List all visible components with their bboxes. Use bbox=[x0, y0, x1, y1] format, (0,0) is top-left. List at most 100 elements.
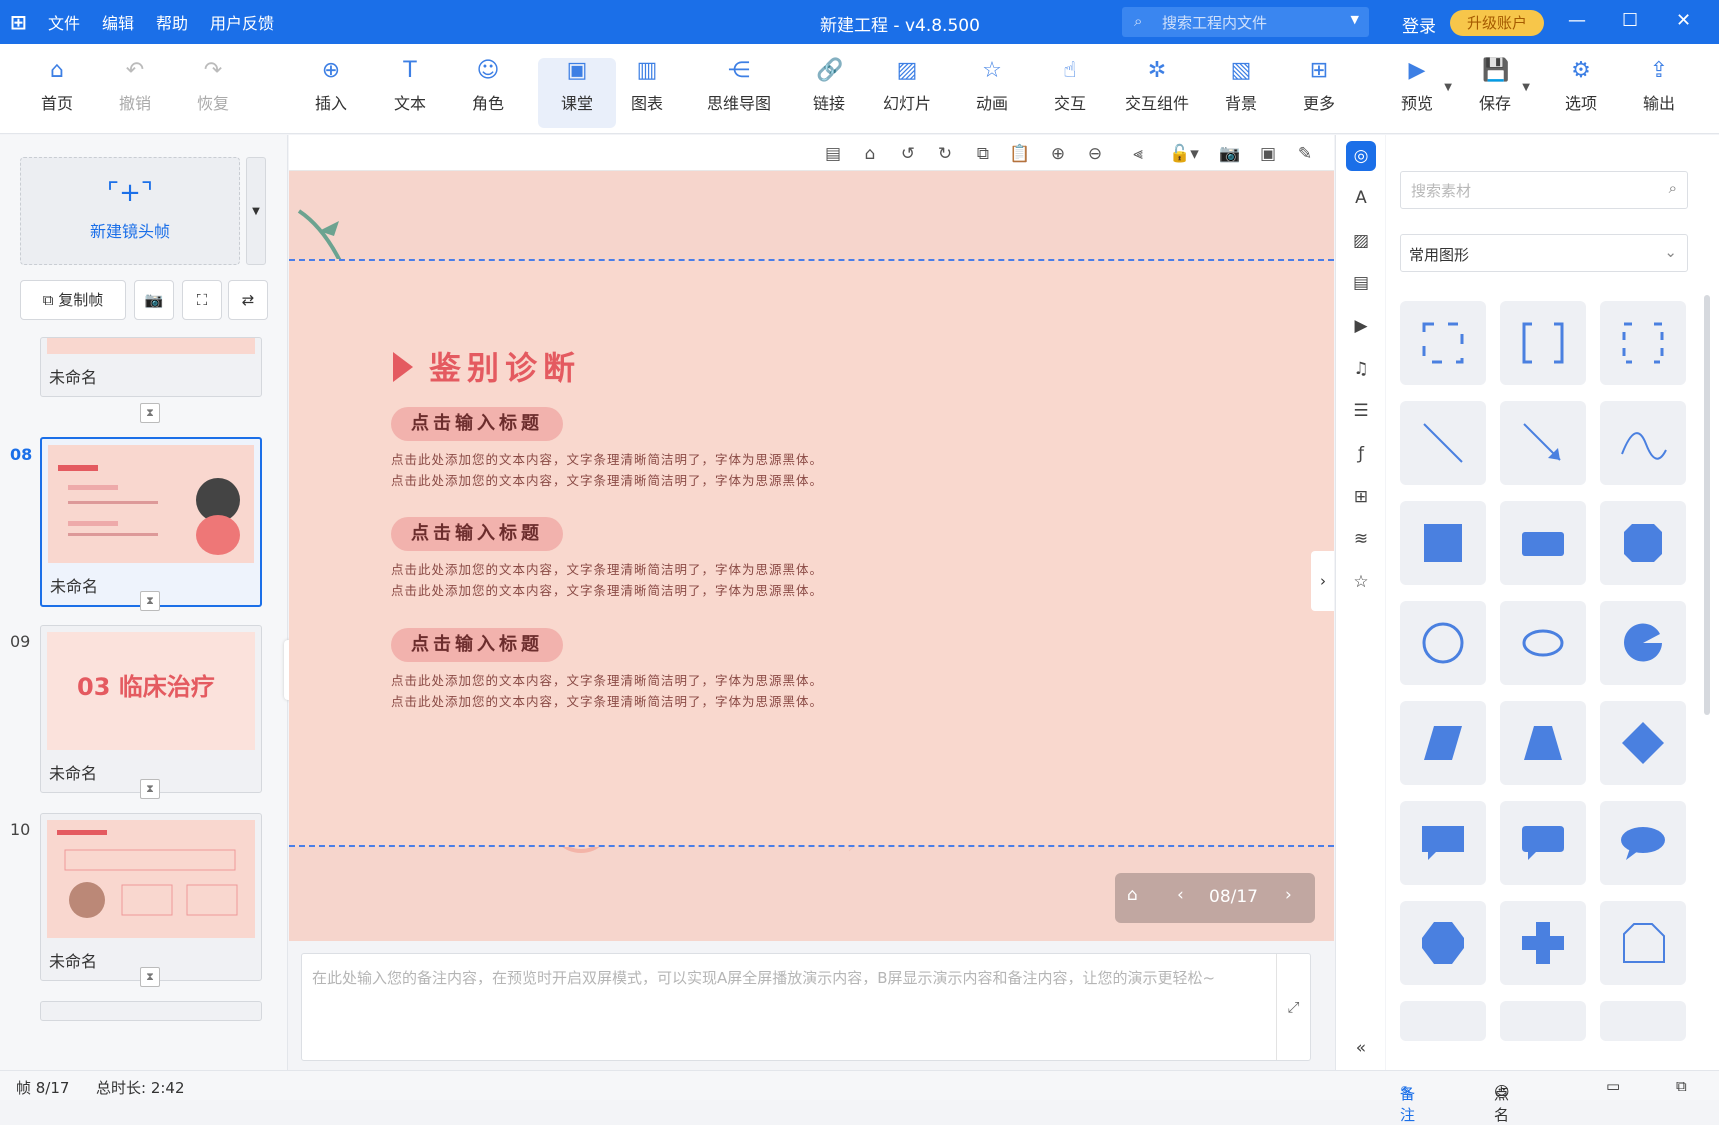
notes-input[interactable]: 在此处输入您的备注内容，在预览时开启双屏模式，可以实现A屏全屏播放演示内容，B屏… bbox=[301, 953, 1311, 1061]
slideshow-button[interactable]: ▨ 幻灯片 bbox=[868, 58, 946, 128]
copy-icon[interactable]: ⧉ bbox=[972, 143, 994, 165]
slide-item[interactable]: 未命名 bbox=[40, 337, 262, 397]
export-button[interactable]: ⇪ 输出 bbox=[1620, 58, 1698, 128]
layers-icon[interactable]: ≋ bbox=[1346, 524, 1376, 554]
interact-widget-button[interactable]: ✲ 交互组件 bbox=[1116, 58, 1198, 128]
scrollbar[interactable] bbox=[1704, 295, 1710, 715]
shape-dashed-rect[interactable] bbox=[1400, 301, 1486, 385]
menu-help[interactable]: 帮助 bbox=[156, 10, 188, 34]
collapse-panel-icon[interactable]: « bbox=[1346, 1033, 1376, 1063]
copy-frame-button[interactable]: ⧉ 复制帧 bbox=[20, 280, 126, 320]
shape-square[interactable] bbox=[1400, 501, 1486, 585]
options-button[interactable]: ⚙ 选项 bbox=[1542, 58, 1620, 128]
rotate-left-icon[interactable]: ↺ bbox=[897, 143, 919, 165]
classroom-button[interactable]: ▣ 课堂 bbox=[538, 58, 616, 128]
screenshot-icon[interactable]: ▣ bbox=[1257, 143, 1279, 165]
shape-trapezoid[interactable] bbox=[1500, 701, 1586, 785]
shape-ellipse[interactable] bbox=[1500, 601, 1586, 685]
redo-button[interactable]: ↷ 恢复 bbox=[174, 58, 252, 128]
shape-rounded-rect[interactable] bbox=[1500, 501, 1586, 585]
prev-page-icon[interactable]: ‹ bbox=[1177, 885, 1184, 905]
video-icon[interactable]: ▶ bbox=[1346, 311, 1376, 341]
rotate-right-icon[interactable]: ↻ bbox=[934, 143, 956, 165]
edit-icon[interactable]: ✎ bbox=[1294, 143, 1316, 165]
transition-icon[interactable]: ⧗ bbox=[140, 967, 160, 987]
image-icon[interactable]: ▨ bbox=[1346, 226, 1376, 256]
expand-icon[interactable]: ⤢ bbox=[1276, 954, 1310, 1060]
shape-dashed-brackets[interactable] bbox=[1600, 301, 1686, 385]
section-body-1[interactable]: 点击此处添加您的文本内容，文字条理清晰简洁明了，字体为思源黑体。 点击此处添加您的… bbox=[391, 449, 823, 491]
shape-parallelogram[interactable] bbox=[1400, 701, 1486, 785]
shape-callout-rounded[interactable] bbox=[1500, 801, 1586, 885]
shape-snip-corner[interactable] bbox=[1600, 901, 1686, 985]
align-icon[interactable]: ⫷ bbox=[1127, 143, 1149, 165]
music-icon[interactable]: ♫ bbox=[1346, 354, 1376, 384]
home-icon[interactable]: ⌂ bbox=[859, 143, 881, 165]
components-icon[interactable]: ⊞ bbox=[1346, 482, 1376, 512]
slide-canvas[interactable]: 鉴别诊断 点击输入标题 点击此处添加您的文本内容，文字条理清晰简洁明了，字体为思… bbox=[289, 171, 1334, 941]
new-frame-dropdown[interactable]: ▼ bbox=[246, 157, 266, 265]
shapes-icon[interactable]: ◎ bbox=[1346, 141, 1376, 171]
shape-cross[interactable] bbox=[1500, 901, 1586, 985]
camera-button[interactable]: 📷 bbox=[134, 280, 174, 320]
asset-search-input[interactable]: 搜索素材 ⌕ bbox=[1400, 171, 1688, 209]
login-button[interactable]: 登录 bbox=[1402, 12, 1436, 37]
transition-icon[interactable]: ⧗ bbox=[140, 779, 160, 799]
comment-icon[interactable]: ☰ bbox=[1346, 396, 1376, 426]
slide-item[interactable]: 03 临床治疗 未命名 bbox=[40, 625, 262, 793]
minimize-icon[interactable]: — bbox=[1568, 10, 1586, 31]
maximize-icon[interactable]: ☐ bbox=[1622, 10, 1638, 31]
home-button[interactable]: ⌂ 首页 bbox=[18, 58, 96, 128]
formula-icon[interactable]: ƒ bbox=[1346, 439, 1376, 469]
menu-file[interactable]: 文件 bbox=[48, 10, 80, 34]
window-icon[interactable]: ⧉ bbox=[1676, 1077, 1687, 1095]
shape-circle[interactable] bbox=[1400, 601, 1486, 685]
favorite-icon[interactable]: ☆ bbox=[1346, 567, 1376, 597]
menu-feedback[interactable]: 用户反馈 bbox=[210, 10, 274, 34]
section-title-3[interactable]: 点击输入标题 bbox=[391, 628, 563, 662]
role-button[interactable]: ☺ 角色 bbox=[449, 58, 527, 128]
shape-item[interactable] bbox=[1600, 1001, 1686, 1041]
caret-icon[interactable]: ▼ bbox=[1444, 82, 1452, 93]
fit-frame-button[interactable]: ⛶ bbox=[182, 280, 222, 320]
path-button[interactable]: ⇄ bbox=[228, 280, 268, 320]
close-icon[interactable]: ✕ bbox=[1676, 10, 1691, 31]
preview-button[interactable]: ▶ 预览 ▼ bbox=[1378, 58, 1456, 128]
mindmap-button[interactable]: ⋲ 思维导图 bbox=[699, 58, 779, 128]
section-body-3[interactable]: 点击此处添加您的文本内容，文字条理清晰简洁明了，字体为思源黑体。 点击此处添加您的… bbox=[391, 670, 823, 712]
more-button[interactable]: ⊞ 更多 bbox=[1280, 58, 1358, 128]
background-button[interactable]: ▧ 背景 bbox=[1202, 58, 1280, 128]
text-button[interactable]: T 文本 bbox=[371, 58, 449, 128]
slide-item[interactable] bbox=[40, 1001, 262, 1021]
section-title-1[interactable]: 点击输入标题 bbox=[391, 407, 563, 441]
text-art-icon[interactable]: A bbox=[1346, 183, 1376, 213]
next-page-icon[interactable]: › bbox=[1285, 885, 1292, 905]
menu-edit[interactable]: 编辑 bbox=[102, 10, 134, 34]
shape-item[interactable] bbox=[1400, 1001, 1486, 1041]
interact-button[interactable]: ☝ 交互 bbox=[1031, 58, 1109, 128]
shape-brackets[interactable] bbox=[1500, 301, 1586, 385]
shape-octagon[interactable] bbox=[1600, 501, 1686, 585]
project-search-input[interactable]: ⌕ 搜索工程内文件 ▼ bbox=[1122, 7, 1369, 37]
shape-line[interactable] bbox=[1400, 401, 1486, 485]
shape-callout-oval[interactable] bbox=[1600, 801, 1686, 885]
upgrade-button[interactable]: 升级账户 bbox=[1450, 10, 1544, 36]
transition-icon[interactable]: ⧗ bbox=[140, 591, 160, 611]
dropdown-arrow-icon[interactable]: ▼ bbox=[1351, 13, 1359, 26]
slide-heading[interactable]: 鉴别诊断 bbox=[393, 343, 581, 389]
zoom-in-icon[interactable]: ⊕ bbox=[1047, 143, 1069, 165]
new-frame-button[interactable]: ⌜+⌝ 新建镜头帧 bbox=[20, 157, 240, 265]
shape-hexagon[interactable] bbox=[1400, 901, 1486, 985]
search-icon[interactable]: ⌕ bbox=[1669, 179, 1677, 197]
animation-button[interactable]: ☆ 动画 bbox=[953, 58, 1031, 128]
camera-icon[interactable]: 📷 bbox=[1219, 143, 1241, 165]
caret-icon[interactable]: ▼ bbox=[1522, 82, 1530, 93]
home-icon[interactable]: ⌂ bbox=[1127, 885, 1138, 905]
transition-icon[interactable]: ⧗ bbox=[140, 403, 160, 423]
shape-curve[interactable] bbox=[1600, 401, 1686, 485]
link-button[interactable]: 🔗 链接 bbox=[790, 58, 868, 128]
screen-icon[interactable]: ▭ bbox=[1606, 1077, 1620, 1095]
expand-right-button[interactable]: › bbox=[1311, 551, 1334, 611]
shape-callout-rect[interactable] bbox=[1400, 801, 1486, 885]
save-button[interactable]: 💾 保存 ▼ bbox=[1456, 58, 1534, 128]
